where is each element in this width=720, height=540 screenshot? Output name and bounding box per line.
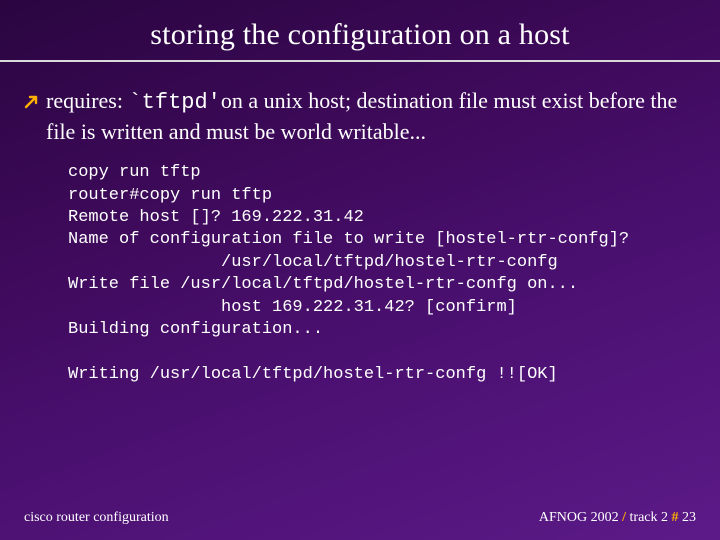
footer-sep: / [619,510,630,525]
slide-footer: cisco router configuration AFNOG 2002 / … [24,510,696,526]
title-underline [0,60,720,62]
arrow-up-right-icon [24,93,40,109]
footer-left: cisco router configuration [24,510,169,526]
footer-right: AFNOG 2002 / track 2 # 23 [539,510,696,526]
hash-icon: # [672,510,679,525]
footer-page: 23 [679,510,697,525]
bullet-code: `tftpd' [128,90,220,115]
slide-title: storing the configuration on a host [24,18,696,60]
terminal-block: copy run tftp router#copy run tftp Remot… [68,162,696,386]
footer-event: AFNOG 2002 [539,510,619,525]
bullet-row: requires: `tftpd'on a unix host; destina… [24,86,696,146]
footer-track: track 2 [630,510,672,525]
bullet-pre: requires: [46,88,128,113]
bullet-text: requires: `tftpd'on a unix host; destina… [46,86,696,146]
